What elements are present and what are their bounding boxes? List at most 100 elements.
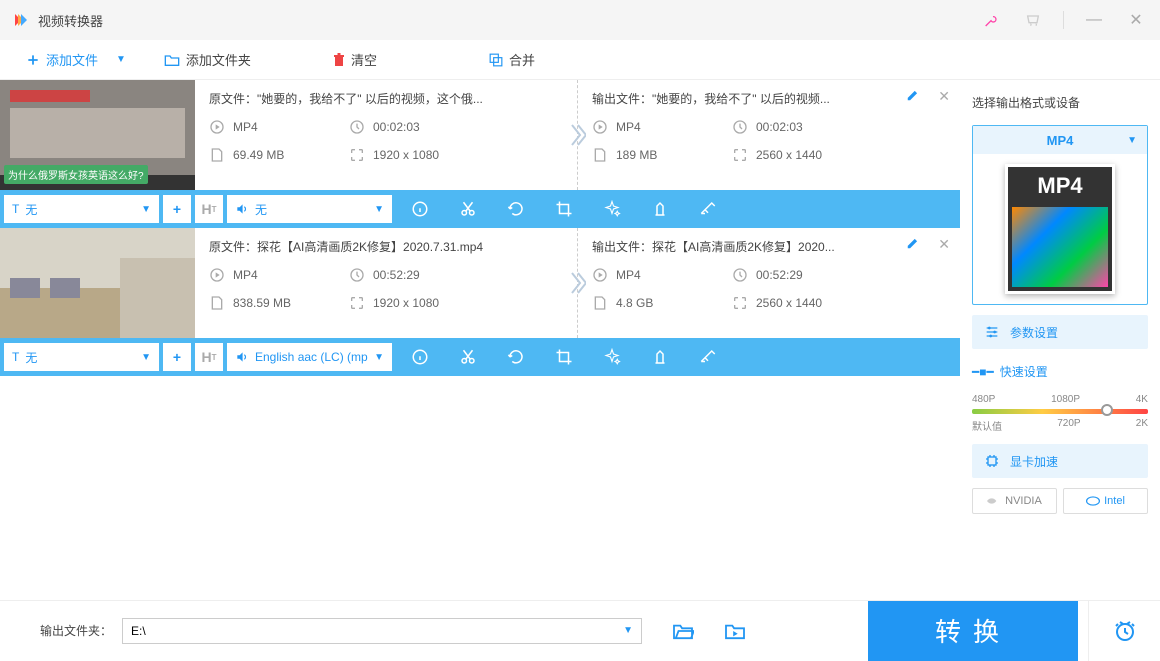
- convert-button[interactable]: 转换: [868, 601, 1078, 661]
- source-size: 69.49 MB: [209, 147, 309, 163]
- output-duration: 00:02:03: [732, 119, 832, 135]
- thumbnail[interactable]: [0, 228, 195, 338]
- subtitle-tool[interactable]: [684, 190, 732, 228]
- thumb-image: [0, 228, 195, 338]
- file-row: 为什么俄罗斯女孩英语这么好? 原文件："她要的，我给不了" 以后的视频，这个俄.…: [0, 80, 960, 190]
- info-tool[interactable]: [396, 190, 444, 228]
- format-dropdown[interactable]: MP4▼: [973, 126, 1147, 154]
- cut-tool[interactable]: [444, 190, 492, 228]
- audio-dropdown[interactable]: English aac (LC) (mp▼: [227, 343, 392, 371]
- gpu-accel-button[interactable]: 显卡加速: [972, 444, 1148, 478]
- edit-icon[interactable]: [906, 88, 920, 102]
- output-format: MP4: [592, 267, 692, 283]
- thumb-caption: 为什么俄罗斯女孩英语这么好?: [4, 165, 148, 184]
- remove-item-button[interactable]: ✕: [938, 88, 950, 105]
- hardcode-subtitle-button[interactable]: HT: [195, 343, 223, 371]
- add-file-button[interactable]: 添加文件: [12, 44, 112, 76]
- audio-icon: [235, 202, 249, 216]
- edit-icon[interactable]: [906, 236, 920, 250]
- add-file-dropdown[interactable]: ▼: [116, 54, 126, 65]
- mp4-preview-image: [1012, 207, 1108, 287]
- rotate-tool[interactable]: [492, 190, 540, 228]
- file-panels: 原文件：探花【AI高清画质2K修复】2020.7.31.mp4 MP4 00:5…: [195, 228, 960, 338]
- effect-tool[interactable]: [588, 338, 636, 376]
- open-folder-button[interactable]: [672, 622, 694, 640]
- bottom-icons: [672, 622, 746, 640]
- slider-top-labels: 480P1080P4K: [972, 394, 1148, 405]
- bottom-bar: 输出文件夹： E:\▼ 转换: [0, 600, 1160, 660]
- add-subtitle-button[interactable]: +: [163, 195, 191, 223]
- format-preview: MP4: [973, 154, 1147, 304]
- item-controls: T无▼ + HT English aac (LC) (mp▼: [0, 338, 960, 376]
- source-filename: 原文件："她要的，我给不了" 以后的视频，这个俄...: [209, 90, 563, 107]
- params-button[interactable]: 参数设置: [972, 315, 1148, 349]
- slider-bottom-labels: 默认值720P2K: [972, 418, 1148, 433]
- source-resolution: 1920 x 1080: [349, 147, 449, 163]
- app-logo-icon: [12, 11, 30, 29]
- output-meta-2: 189 MB 2560 x 1440: [592, 147, 946, 163]
- mp4-label: MP4: [1008, 173, 1112, 199]
- slider-thumb[interactable]: [1101, 404, 1113, 416]
- crop-tool[interactable]: [540, 338, 588, 376]
- output-panel: 输出文件：探花【AI高清画质2K修复】2020... ✕ MP4 00:52:2…: [578, 228, 960, 338]
- slider-track[interactable]: [972, 409, 1148, 414]
- minimize-button[interactable]: —: [1082, 8, 1106, 32]
- source-meta-2: 838.59 MB 1920 x 1080: [209, 295, 563, 311]
- source-duration: 00:02:03: [349, 119, 449, 135]
- hardcode-subtitle-button[interactable]: HT: [195, 195, 223, 223]
- source-panel: 原文件："她要的，我给不了" 以后的视频，这个俄... MP4 00:02:03…: [195, 80, 578, 190]
- titlebar: 视频转换器 — ✕: [0, 0, 1160, 40]
- output-path-dropdown[interactable]: E:\▼: [122, 618, 642, 644]
- watermark-tool[interactable]: [636, 190, 684, 228]
- file-item: 为什么俄罗斯女孩英语这么好? 原文件："她要的，我给不了" 以后的视频，这个俄.…: [0, 80, 960, 228]
- output-resolution: 2560 x 1440: [732, 295, 832, 311]
- quality-slider[interactable]: 480P1080P4K 默认值720P2K: [972, 394, 1148, 434]
- crop-tool[interactable]: [540, 190, 588, 228]
- info-tool[interactable]: [396, 338, 444, 376]
- output-resolution: 2560 x 1440: [732, 147, 832, 163]
- add-subtitle-button[interactable]: +: [163, 343, 191, 371]
- source-format: MP4: [209, 119, 309, 135]
- item-controls: T无▼ + HT 无▼: [0, 190, 960, 228]
- remove-item-button[interactable]: ✕: [938, 236, 950, 253]
- quick-settings-header: ━■━快速设置: [972, 363, 1148, 380]
- sliders-icon: [984, 324, 1000, 340]
- subtitle-tool[interactable]: [684, 338, 732, 376]
- cut-tool[interactable]: [444, 338, 492, 376]
- output-filename: 输出文件：探花【AI高清画质2K修复】2020...: [592, 238, 946, 255]
- merge-button[interactable]: 合并: [475, 44, 549, 76]
- rotate-tool[interactable]: [492, 338, 540, 376]
- schedule-button[interactable]: [1088, 601, 1160, 661]
- source-filename: 原文件：探花【AI高清画质2K修复】2020.7.31.mp4: [209, 238, 563, 255]
- clear-button[interactable]: 清空: [319, 44, 391, 76]
- close-button[interactable]: ✕: [1124, 8, 1148, 32]
- cart-icon[interactable]: [1021, 8, 1045, 32]
- output-folder-label: 输出文件夹：: [40, 622, 112, 639]
- merge-icon: [489, 53, 503, 67]
- arrow-divider-icon: [570, 271, 586, 295]
- output-meta-1: MP4 00:02:03: [592, 119, 946, 135]
- effect-tool[interactable]: [588, 190, 636, 228]
- file-icon: [209, 147, 225, 163]
- add-folder-button[interactable]: 添加文件夹: [150, 44, 265, 76]
- subtitle-dropdown[interactable]: T无▼: [4, 195, 159, 223]
- output-meta-2: 4.8 GB 2560 x 1440: [592, 295, 946, 311]
- source-duration: 00:52:29: [349, 267, 449, 283]
- nvidia-button[interactable]: NVIDIA: [972, 488, 1057, 514]
- add-file-label: 添加文件: [46, 50, 98, 69]
- thumbnail[interactable]: 为什么俄罗斯女孩英语这么好?: [0, 80, 195, 190]
- intel-icon: [1086, 496, 1100, 506]
- edit-tools: [396, 338, 956, 376]
- intel-button[interactable]: Intel: [1063, 488, 1148, 514]
- clock-icon: [349, 119, 365, 135]
- file-panels: 原文件："她要的，我给不了" 以后的视频，这个俄... MP4 00:02:03…: [195, 80, 960, 190]
- audio-dropdown[interactable]: 无▼: [227, 195, 392, 223]
- gpu-label: 显卡加速: [1010, 453, 1058, 470]
- chip-icon: [984, 453, 1000, 469]
- video-folder-button[interactable]: [724, 622, 746, 640]
- titlebar-left: 视频转换器: [12, 11, 103, 30]
- output-size: 189 MB: [592, 147, 692, 163]
- subtitle-dropdown[interactable]: T无▼: [4, 343, 159, 371]
- watermark-tool[interactable]: [636, 338, 684, 376]
- key-icon[interactable]: [979, 8, 1003, 32]
